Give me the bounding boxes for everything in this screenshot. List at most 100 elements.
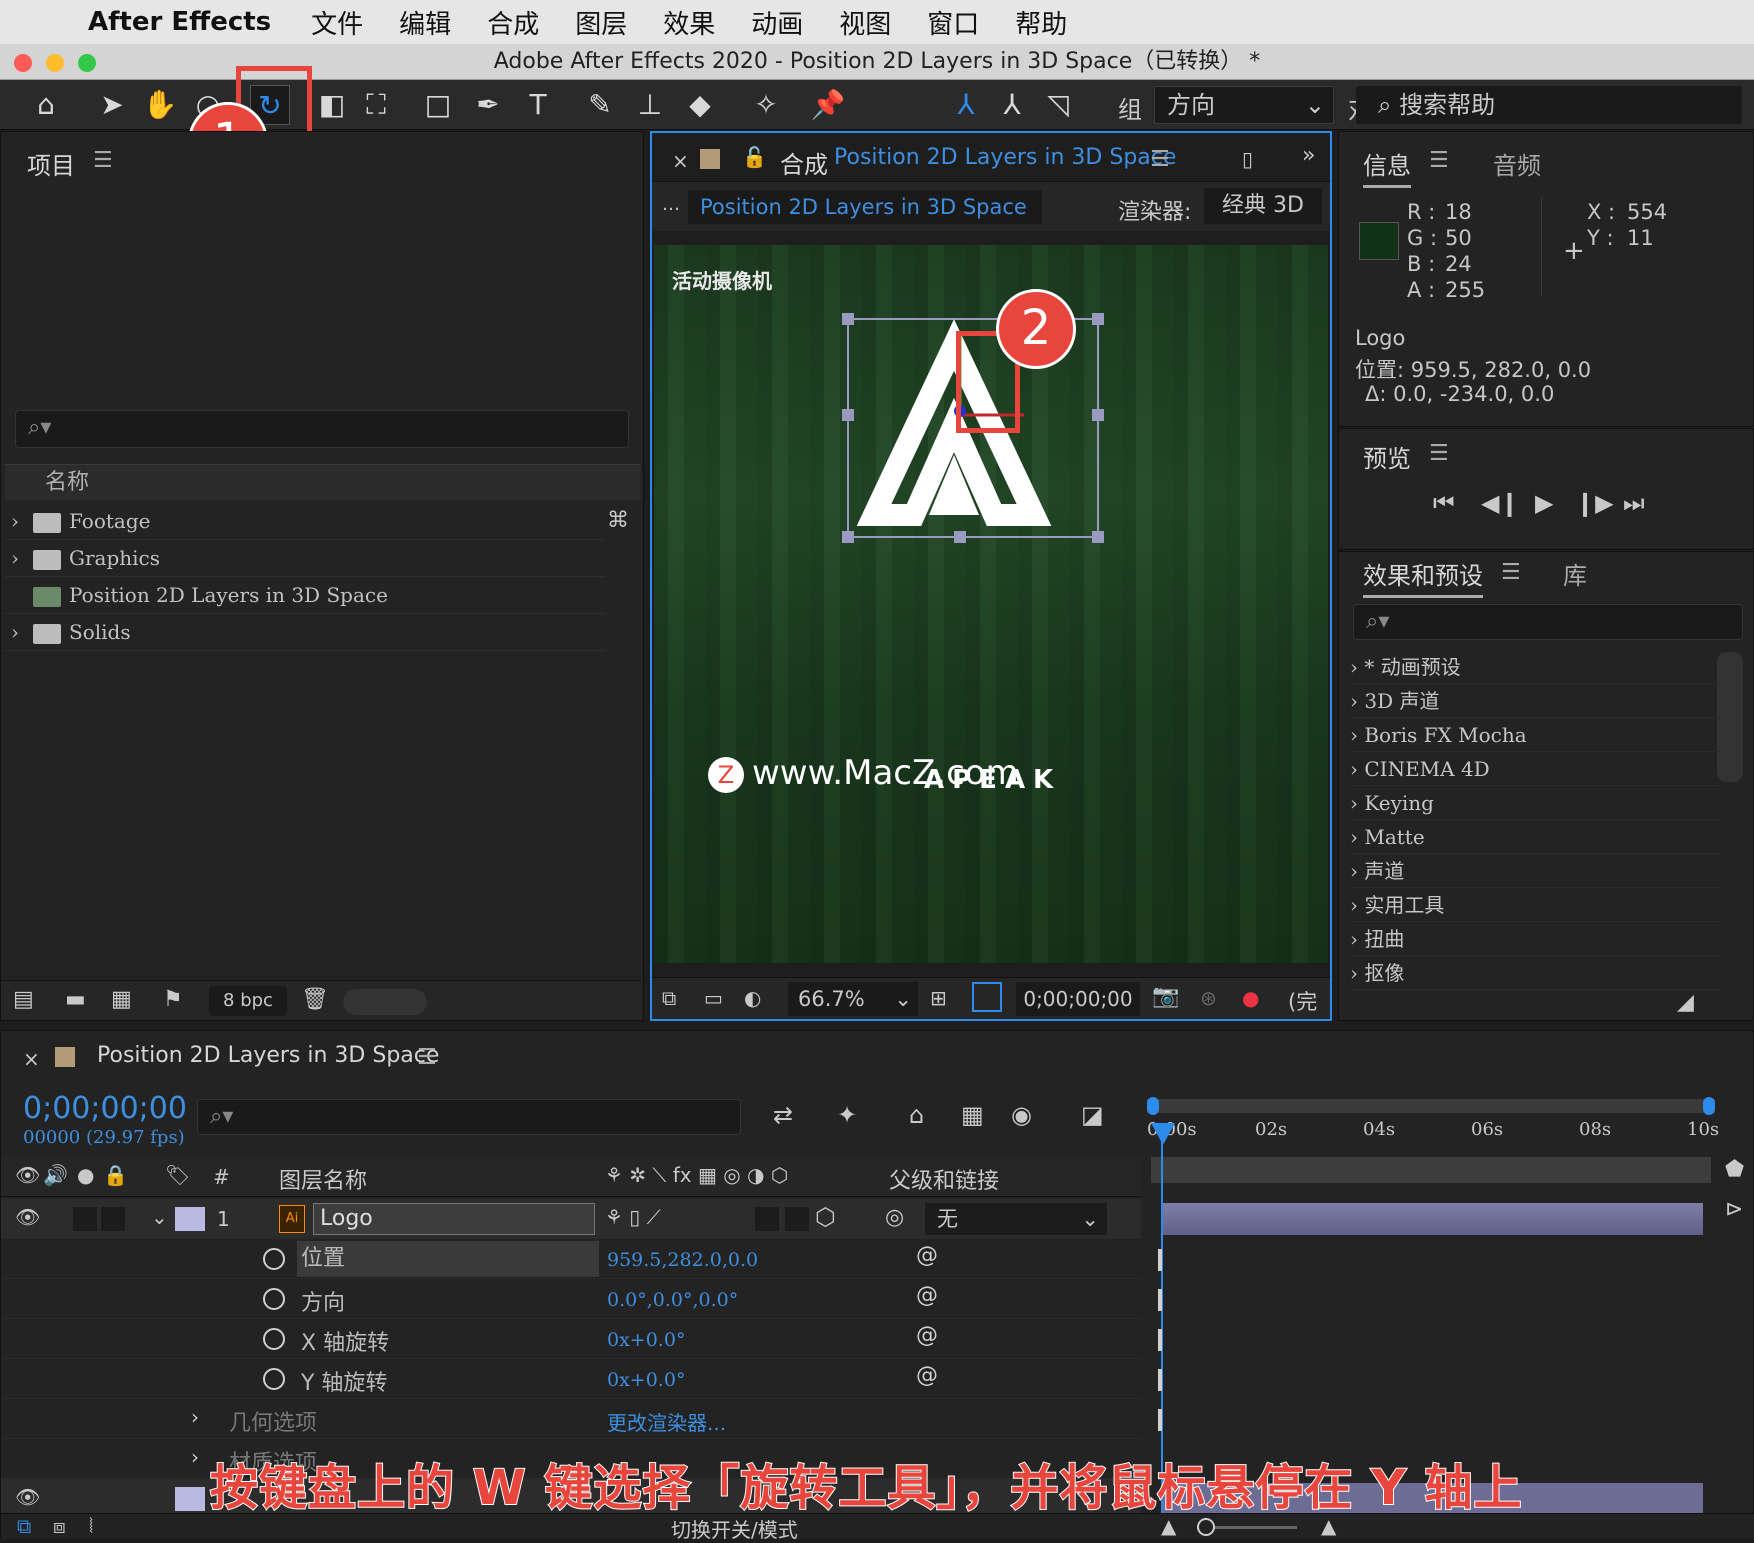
solo-toggle[interactable] <box>73 1207 97 1231</box>
layer-switches-toggle-icon[interactable]: ⧉ <box>17 1514 31 1538</box>
comp-mini-flowchart-icon[interactable]: ⇄ <box>773 1101 793 1129</box>
list-item[interactable]: ›Position 2D Layers in 3D Space <box>5 577 605 614</box>
layer-name-column-header[interactable]: 图层名称 <box>279 1163 367 1195</box>
effect-category[interactable]: › Boris FX Mocha <box>1350 718 1720 752</box>
work-area-start-handle[interactable] <box>1147 1097 1159 1115</box>
home-icon[interactable]: ⌂ <box>26 85 66 125</box>
zoom-dropdown[interactable]: 66.7% ⌄ <box>788 982 918 1016</box>
resize-corner-icon[interactable]: ◢ <box>1677 990 1694 1015</box>
keyframe-marker[interactable] <box>1158 1369 1162 1391</box>
lock-header-icon[interactable]: 🔒 <box>103 1163 128 1187</box>
change-renderer-link[interactable]: 更改渲染器... <box>607 1407 726 1436</box>
property-row[interactable]: 方向 0.0°,0.0°,0.0° @ <box>1 1279 1141 1319</box>
view-axis-mode-icon[interactable]: ◹ <box>1038 85 1078 125</box>
selection-tool-icon[interactable]: ➤ <box>92 85 132 125</box>
frame-blending-icon[interactable]: ▦ <box>961 1101 984 1129</box>
breadcrumb[interactable]: Position 2D Layers in 3D Space <box>688 190 1042 224</box>
first-frame-icon[interactable]: ⏮ <box>1433 489 1455 517</box>
expression-pickwhip-icon[interactable]: @ <box>916 1363 938 1388</box>
effects-tab[interactable]: 效果和预设 <box>1363 556 1483 598</box>
shy-layers-icon[interactable]: ⌂ <box>909 1101 924 1129</box>
keyframe-marker[interactable] <box>1158 1249 1162 1271</box>
brush-tool-icon[interactable]: ✎ <box>580 85 620 125</box>
eye-icon[interactable]: 👁 <box>15 1485 40 1509</box>
keyframe-marker[interactable] <box>1158 1329 1162 1351</box>
mask-visibility-icon[interactable]: ◐ <box>744 986 761 1010</box>
stopwatch-icon[interactable] <box>263 1248 285 1270</box>
region-of-interest-icon[interactable] <box>972 982 1002 1012</box>
orientation-dropdown[interactable]: 方向 ⌄ <box>1154 86 1334 124</box>
navigator-bar[interactable] <box>1151 1157 1711 1183</box>
expression-pickwhip-icon[interactable]: @ <box>916 1283 938 1308</box>
visibility-header-icon[interactable]: 👁 <box>15 1163 40 1187</box>
grid-guides-icon[interactable]: ⊞ <box>930 986 947 1010</box>
expression-pickwhip-icon[interactable]: @ <box>916 1323 938 1348</box>
show-snapshot-icon[interactable]: ⊛ <box>1200 986 1217 1010</box>
pen-tool-icon[interactable]: ✒ <box>468 85 508 125</box>
column-header-name[interactable]: 名称 <box>5 464 641 500</box>
effects-search-input[interactable]: ⌕▾ <box>1353 604 1743 640</box>
play-icon[interactable]: ▶ <box>1535 489 1553 517</box>
solo-header-icon[interactable]: ● <box>77 1163 94 1187</box>
audio-tab[interactable]: 音频 <box>1493 146 1541 181</box>
effect-category[interactable]: › 声道 <box>1350 854 1720 888</box>
panel-menu-icon[interactable]: ☰ <box>1429 441 1449 466</box>
property-value[interactable]: 0x+0.0° <box>607 1329 685 1351</box>
in-out-icon[interactable]: ⦚ <box>89 1514 93 1538</box>
list-item[interactable]: › Solids <box>5 614 605 651</box>
layer-color-label[interactable] <box>175 1487 205 1511</box>
graph-editor-icon[interactable]: ◪ <box>1081 1101 1104 1129</box>
clone-stamp-tool-icon[interactable]: ⊥ <box>630 85 670 125</box>
expression-pickwhip-icon[interactable]: @ <box>916 1243 938 1268</box>
panel-menu-icon[interactable]: ☰ <box>93 148 113 173</box>
effect-category[interactable]: › Matte <box>1350 820 1720 854</box>
property-value[interactable]: 0x+0.0° <box>607 1369 685 1391</box>
new-folder-icon[interactable]: ▬ <box>65 987 86 1012</box>
motion-blur-icon[interactable]: ◉ <box>1011 1101 1032 1129</box>
always-preview-icon[interactable]: ⧉ <box>662 986 676 1010</box>
app-menu[interactable]: After Effects <box>88 7 271 37</box>
list-item[interactable]: › Footage <box>5 503 605 540</box>
timeline-tab[interactable]: Position 2D Layers in 3D Space <box>97 1043 439 1068</box>
switch-slot[interactable] <box>755 1207 779 1231</box>
property-row[interactable]: 位置 959.5,282.0,0.0 @ <box>1 1239 1141 1279</box>
puppet-pin-tool-icon[interactable]: 📌 <box>808 85 848 125</box>
panel-menu-icon[interactable]: ☰ <box>1429 148 1449 173</box>
label-header-icon[interactable]: 🏷 <box>165 1163 190 1187</box>
work-area-bar[interactable] <box>1147 1097 1715 1115</box>
preview-tab[interactable]: 预览 <box>1363 439 1411 474</box>
effect-category[interactable]: › CINEMA 4D <box>1350 752 1720 786</box>
pick-whip-icon[interactable]: ◎ <box>885 1205 904 1230</box>
renderer-button[interactable]: 经典 3D <box>1204 188 1322 224</box>
effect-category[interactable]: › 实用工具 <box>1350 888 1720 922</box>
channels-icon[interactable]: ● <box>1242 986 1259 1010</box>
flowchart-icon[interactable]: ⌘ <box>607 508 629 533</box>
menu-animation[interactable]: 动画 <box>751 4 803 41</box>
viewer-lock-icon[interactable]: ▯ <box>1242 147 1253 171</box>
menu-window[interactable]: 窗口 <box>927 4 979 41</box>
transfer-controls-icon[interactable]: ⧈ <box>53 1514 66 1538</box>
type-tool-icon[interactable]: T <box>518 85 558 125</box>
next-frame-icon[interactable]: ❙▶ <box>1575 489 1614 517</box>
more-panels-icon[interactable]: » <box>1302 143 1315 168</box>
comp-button-icon[interactable]: ⬟ <box>1725 1157 1744 1182</box>
help-search-input[interactable]: ⌕ 搜索帮助 <box>1356 86 1742 124</box>
last-frame-icon[interactable]: ⏭ <box>1623 489 1645 517</box>
work-area-end-handle[interactable] <box>1703 1097 1715 1115</box>
parent-dropdown[interactable]: 无 ⌄ <box>925 1203 1107 1235</box>
stopwatch-icon[interactable] <box>263 1368 285 1390</box>
monitor-icon[interactable]: ▭ <box>704 986 723 1010</box>
eraser-tool-icon[interactable]: ◆ <box>680 85 720 125</box>
bpc-button[interactable]: 8 bpc <box>209 986 287 1016</box>
audio-header-icon[interactable]: 🔊 <box>43 1163 68 1187</box>
keyframe-marker[interactable] <box>1158 1409 1162 1431</box>
roto-brush-tool-icon[interactable]: ✧ <box>746 85 786 125</box>
chevron-down-icon[interactable]: ⌄ <box>151 1205 168 1229</box>
layer-switch-icon[interactable]: ⊳ <box>1725 1197 1743 1222</box>
minimize-window-button[interactable] <box>46 54 64 72</box>
panel-menu-icon[interactable]: ☰ <box>1150 147 1170 172</box>
lock-icon[interactable]: 🔓 <box>742 145 767 169</box>
thumbnail-slider[interactable] <box>343 989 427 1015</box>
hand-tool-icon[interactable]: ✋ <box>140 85 180 125</box>
close-window-button[interactable] <box>14 54 32 72</box>
